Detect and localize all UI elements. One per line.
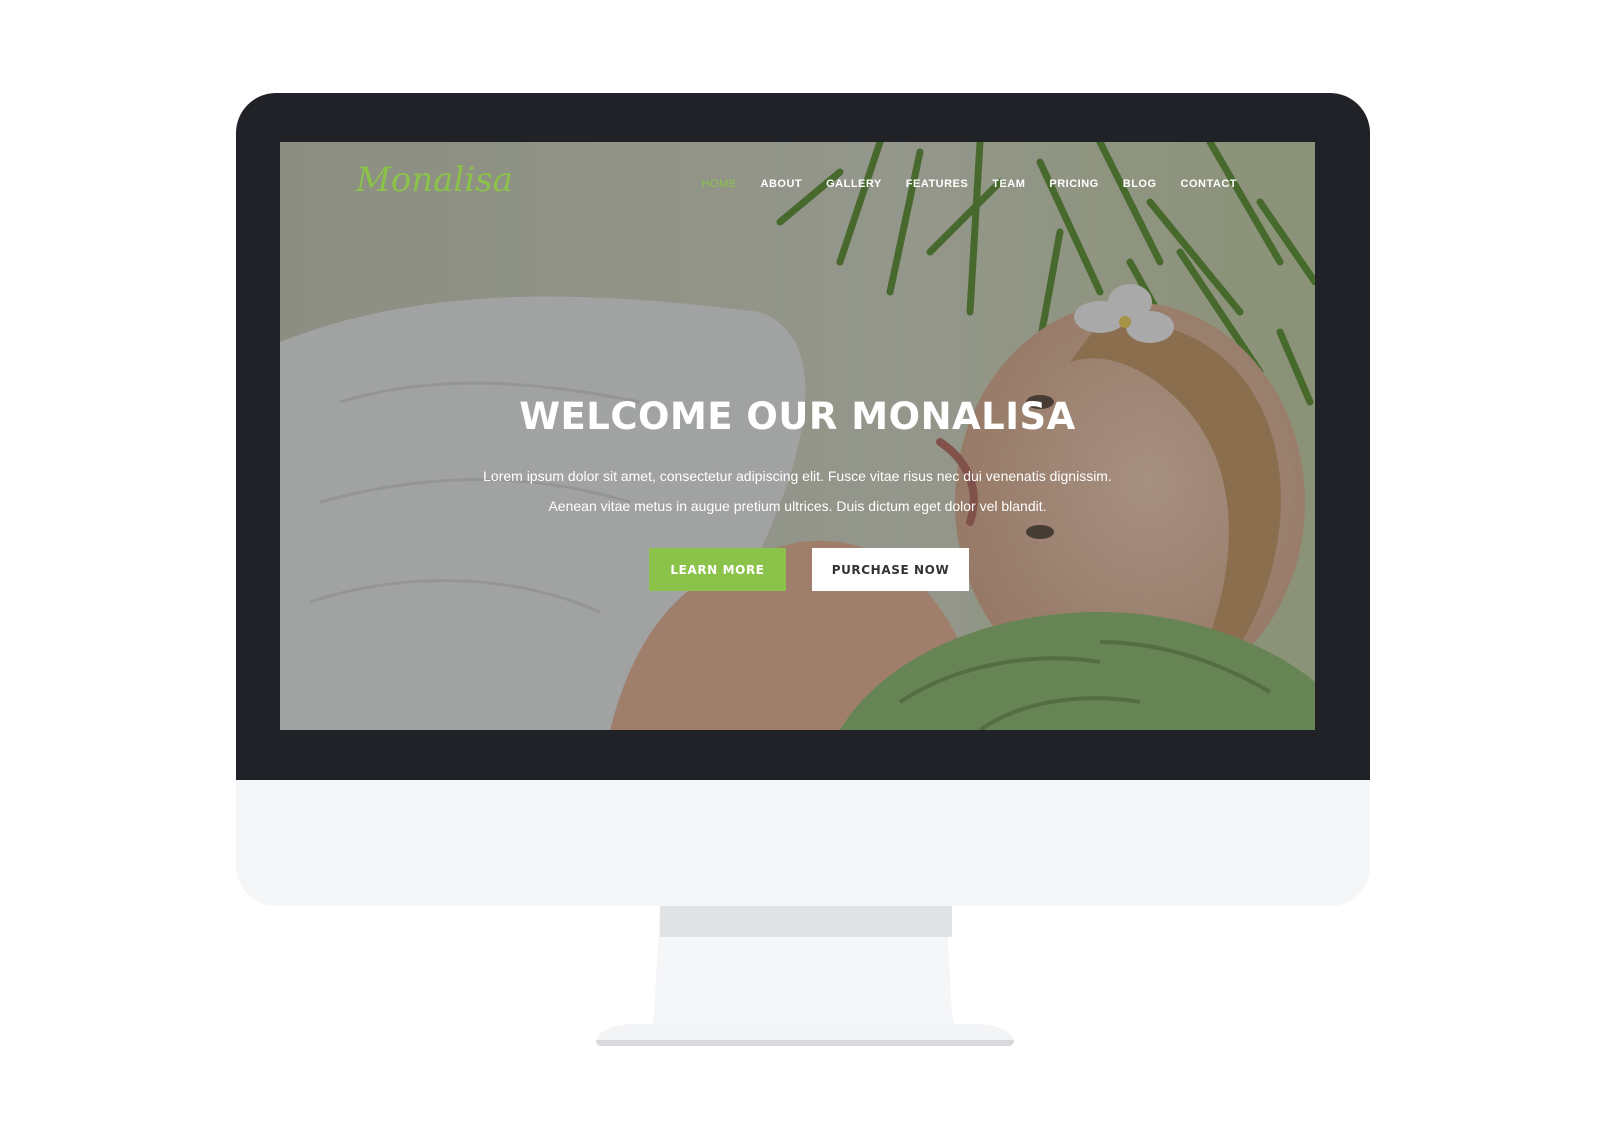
- nav-item-home[interactable]: HOME: [702, 178, 737, 190]
- nav-item-about[interactable]: ABOUT: [761, 178, 803, 190]
- hero-text-line-1: Lorem ipsum dolor sit amet, consectetur …: [483, 468, 1112, 484]
- nav-item-team[interactable]: TEAM: [992, 178, 1025, 190]
- main-nav: HOME ABOUT GALLERY FEATURES TEAM PRICING…: [702, 178, 1238, 190]
- purchase-now-button[interactable]: PURCHASE NOW: [812, 548, 969, 591]
- hero-text-line-2: Aenean vitae metus in augue pretium ultr…: [548, 498, 1047, 514]
- site-logo[interactable]: Monalisa: [356, 160, 513, 200]
- learn-more-button[interactable]: LEARN MORE: [649, 548, 786, 591]
- website-screen: Monalisa HOME ABOUT GALLERY FEATURES TEA…: [280, 142, 1315, 730]
- monitor-neck-shadow: [660, 906, 952, 937]
- nav-item-features[interactable]: FEATURES: [906, 178, 968, 190]
- nav-item-contact[interactable]: CONTACT: [1181, 178, 1237, 190]
- hero-title: WELCOME OUR MONALISA: [519, 395, 1076, 438]
- nav-item-pricing[interactable]: PRICING: [1049, 178, 1098, 190]
- monitor-foot-edge: [596, 1040, 1014, 1046]
- monitor-chin: [236, 780, 1370, 906]
- nav-item-gallery[interactable]: GALLERY: [826, 178, 882, 190]
- nav-item-blog[interactable]: BLOG: [1123, 178, 1157, 190]
